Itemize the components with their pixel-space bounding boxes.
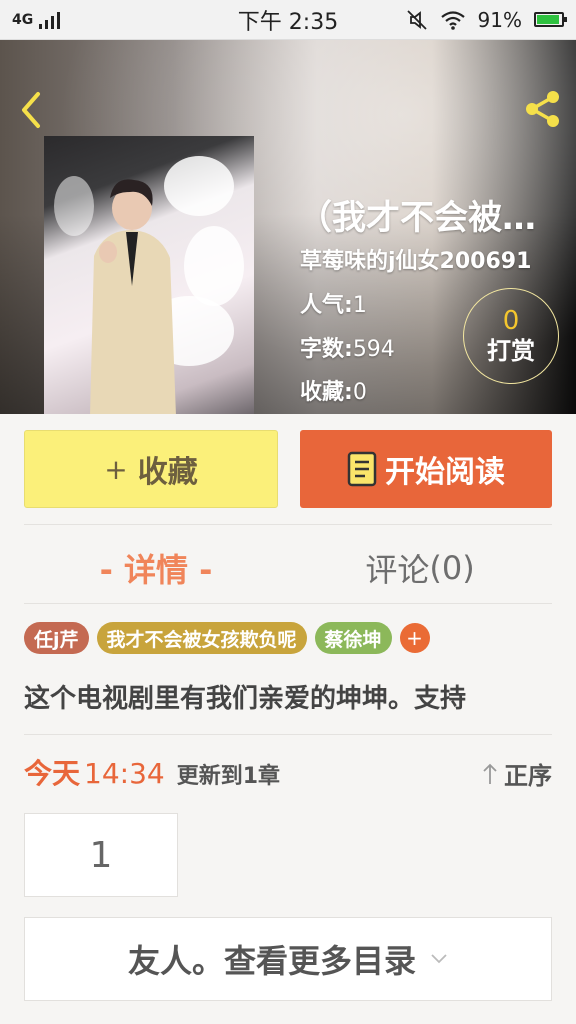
popularity: 人气:1 <box>300 287 367 319</box>
chapter-item[interactable]: 1 <box>24 813 178 897</box>
update-time: 14:34 <box>84 757 165 790</box>
arrow-up-icon <box>483 763 497 784</box>
chevron-left-icon <box>22 92 40 128</box>
tip-button[interactable]: 0 打赏 <box>463 288 559 384</box>
chevron-down-icon <box>431 954 447 964</box>
network-indicator: 4G <box>12 11 61 29</box>
wifi-icon <box>440 10 465 30</box>
view-more-label: 友人。查看更多目录 <box>127 942 416 980</box>
tab-details-label: - 详情 - <box>99 551 213 589</box>
status-bar: 4G 下午 2:35 91% <box>0 0 576 40</box>
word-count-value: 594 <box>352 337 395 362</box>
tag-chip[interactable]: 蔡徐坤 <box>314 622 392 654</box>
favorites-count: 收藏:0 <box>300 374 367 406</box>
divider <box>24 603 552 604</box>
more-tags-button[interactable]: + <box>399 623 430 653</box>
favorites-value: 0 <box>352 380 367 405</box>
signal-icon <box>39 11 61 29</box>
tag-chip[interactable]: 任j芹 <box>24 622 89 654</box>
favorites-label: 收藏: <box>300 380 353 405</box>
divider <box>24 734 552 735</box>
start-reading-label: 开始阅读 <box>385 455 505 490</box>
divider <box>24 524 552 525</box>
collect-label: 收藏 <box>137 455 198 490</box>
cover-figure <box>90 179 176 414</box>
battery-icon <box>534 12 567 27</box>
update-info: 今天 14:34 更新到1章 <box>24 752 280 792</box>
back-button[interactable] <box>16 90 46 130</box>
tip-label: 打赏 <box>487 337 535 365</box>
tab-details[interactable]: - 详情 - <box>24 540 288 596</box>
battery-percent: 91% <box>477 7 522 32</box>
book-summary[interactable]: 这个电视剧里有我们亲爱的坤坤。支持 <box>24 678 552 715</box>
book-title: （我才不会被… <box>298 198 536 238</box>
book-cover[interactable] <box>44 136 254 414</box>
word-count-label: 字数: <box>300 337 353 362</box>
update-text: 更新到1章 <box>176 764 281 789</box>
word-count: 字数:594 <box>300 331 395 363</box>
view-more-chapters-button[interactable]: 友人。查看更多目录 <box>24 917 552 1001</box>
update-day: 今天 <box>24 757 81 790</box>
start-reading-button[interactable]: 开始阅读 <box>300 430 552 508</box>
collect-button[interactable]: + 收藏 <box>24 430 278 508</box>
tab-comments[interactable]: 评论 (0) <box>288 540 552 596</box>
sort-label: 正序 <box>504 762 552 790</box>
popularity-value: 1 <box>352 293 367 318</box>
comments-count: (0) <box>429 549 475 587</box>
plus-icon: + <box>104 452 128 486</box>
mute-icon <box>406 9 427 30</box>
book-header: （我才不会被… 草莓味的j仙女200691 人气:1 字数:594 收藏:0 0… <box>0 40 576 414</box>
popularity-label: 人气: <box>300 293 353 318</box>
tag-list: 任j芹 我才不会被女孩欺负呢 蔡徐坤 + <box>24 622 430 654</box>
network-type: 4G <box>12 11 34 28</box>
book-icon <box>347 451 377 487</box>
tip-count: 0 <box>502 306 520 336</box>
book-author[interactable]: 草莓味的j仙女200691 <box>300 243 531 275</box>
tag-chip[interactable]: 我才不会被女孩欺负呢 <box>96 622 307 654</box>
sort-order-button[interactable]: 正序 <box>482 756 552 791</box>
tab-comments-label: 评论 <box>365 551 430 589</box>
share-icon <box>526 91 559 127</box>
share-button[interactable] <box>522 88 564 130</box>
